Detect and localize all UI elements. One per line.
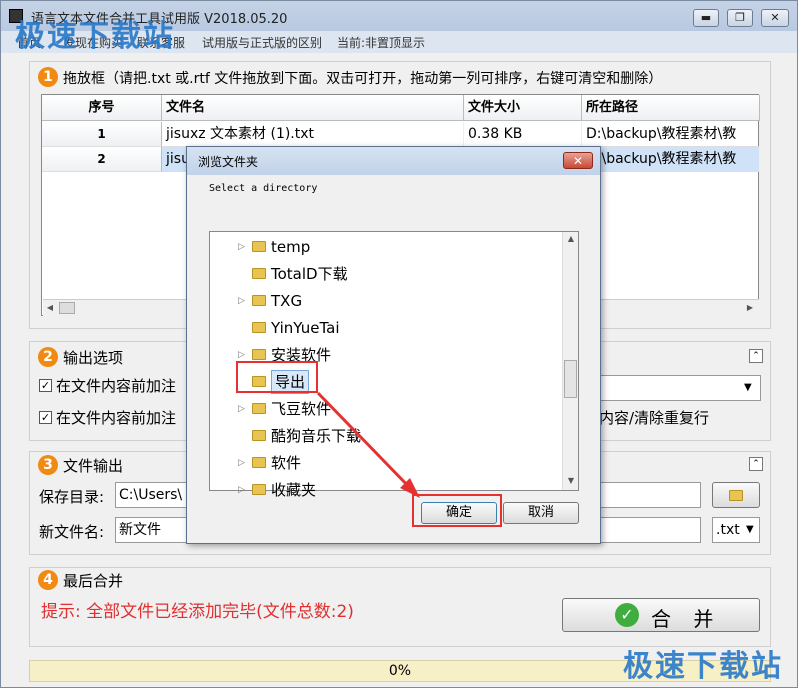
annotation-arrow-icon	[316, 391, 420, 498]
main-window: 语言文本文件合并工具试用版 V2018.05.20 ▬ ❐ ✕ 首页 发现在购买…	[0, 0, 798, 688]
